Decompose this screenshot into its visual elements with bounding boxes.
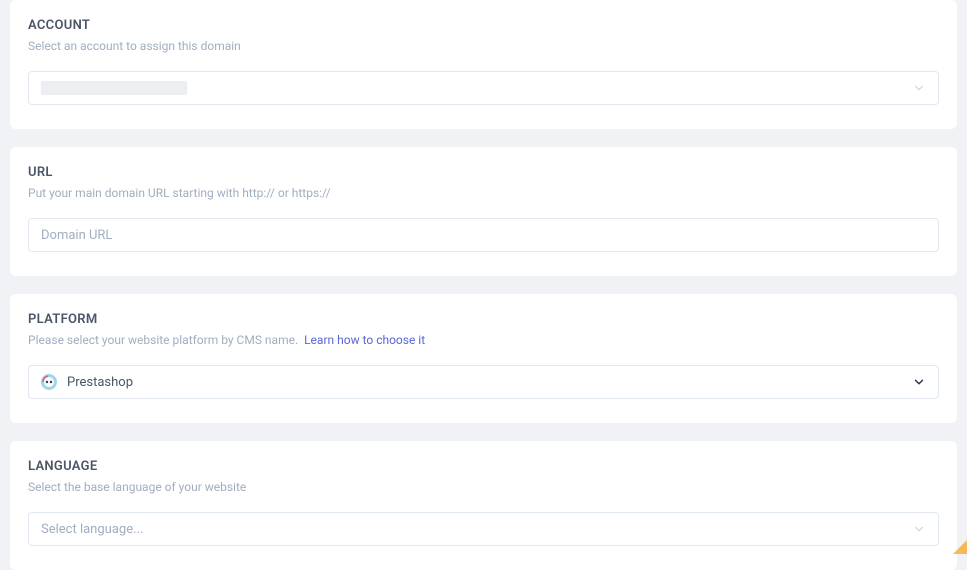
prestashop-icon — [41, 374, 57, 390]
language-placeholder: Select language... — [41, 522, 143, 537]
url-section: URL Put your main domain URL starting wi… — [10, 147, 957, 276]
account-title: ACCOUNT — [28, 18, 939, 33]
account-section: ACCOUNT Select an account to assign this… — [10, 0, 957, 129]
corner-badge-icon — [953, 540, 967, 554]
url-input[interactable] — [28, 218, 939, 252]
language-select[interactable]: Select language... — [28, 512, 939, 546]
language-section: LANGUAGE Select the base language of you… — [10, 441, 957, 570]
language-description: Select the base language of your website — [28, 480, 939, 494]
platform-description: Please select your website platform by C… — [28, 333, 939, 347]
platform-value: Prestashop — [67, 375, 133, 390]
platform-title: PLATFORM — [28, 312, 939, 327]
language-title: LANGUAGE — [28, 459, 939, 474]
chevron-down-icon — [912, 522, 926, 536]
chevron-down-icon — [912, 81, 926, 95]
account-description: Select an account to assign this domain — [28, 39, 939, 53]
platform-section: PLATFORM Please select your website plat… — [10, 294, 957, 423]
url-description: Put your main domain URL starting with h… — [28, 186, 939, 200]
account-select[interactable] — [28, 71, 939, 105]
url-title: URL — [28, 165, 939, 180]
platform-learn-link[interactable]: Learn how to choose it — [304, 333, 425, 347]
platform-select[interactable]: Prestashop — [28, 365, 939, 399]
account-value-redacted — [41, 81, 187, 95]
chevron-down-icon — [912, 375, 926, 389]
